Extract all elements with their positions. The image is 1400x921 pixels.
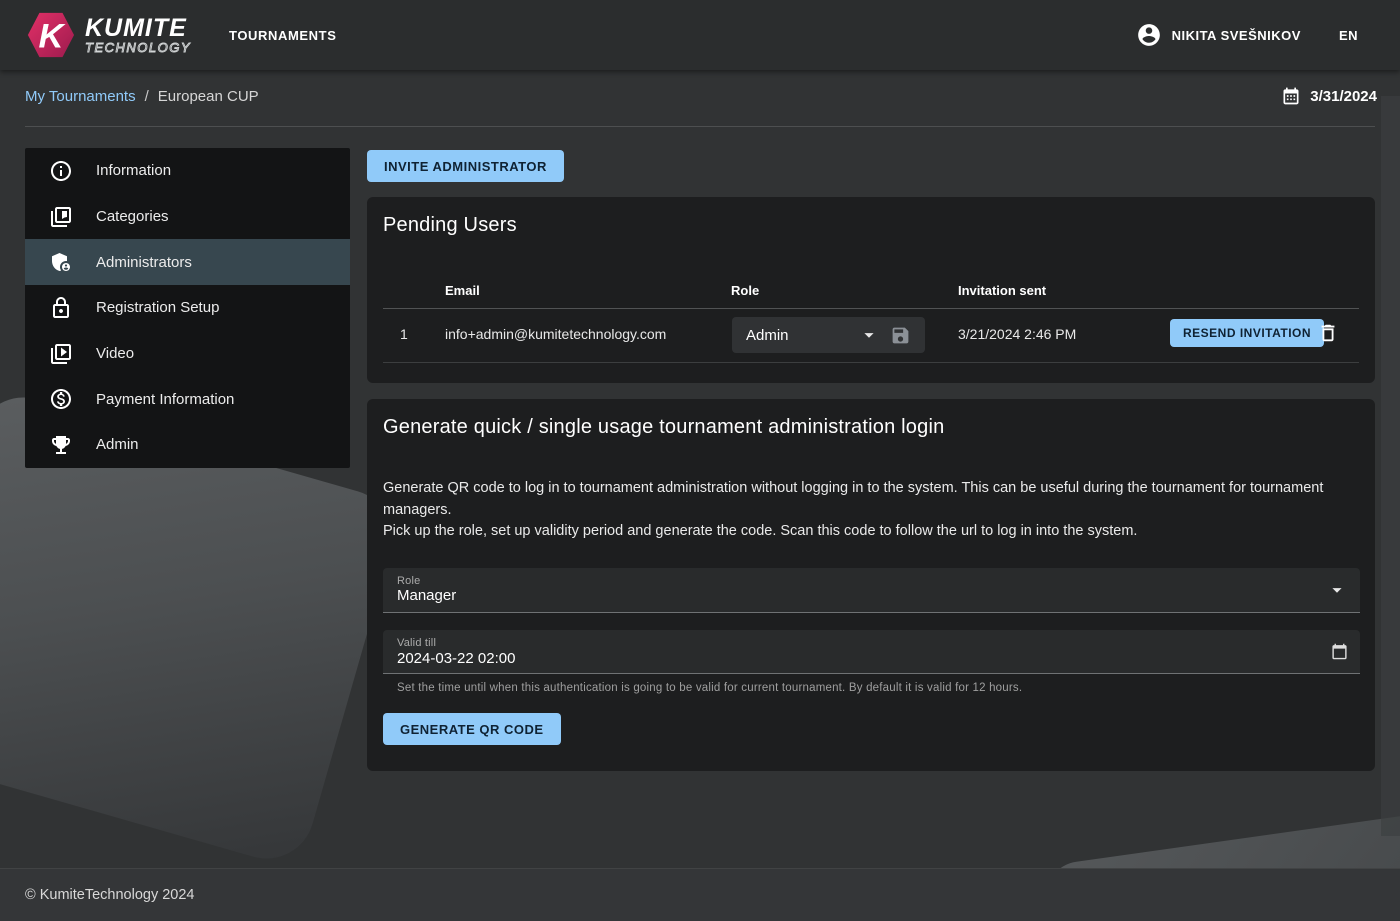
sidebar-item-admin[interactable]: Admin — [25, 422, 350, 468]
sidebar-item-video[interactable]: Video — [25, 331, 350, 377]
brand-title: KUMITE — [85, 16, 191, 40]
breadcrumb-current: European CUP — [158, 88, 259, 105]
tournament-admin-page: K KUMITE TECHNOLOGY TOURNAMENTS NIKITA S… — [0, 0, 1400, 921]
sidebar-item-categories[interactable]: Categories — [25, 194, 350, 240]
qr-login-card: Generate quick / single usage tournament… — [367, 399, 1375, 771]
sidebar-item-label: Admin — [96, 436, 139, 453]
sidebar-item-information[interactable]: Information — [25, 148, 350, 194]
brand-logo[interactable]: K KUMITE TECHNOLOGY — [25, 10, 191, 60]
breadcrumb-link-my-tournaments[interactable]: My Tournaments — [25, 88, 136, 105]
qr-login-description: Generate QR code to log in to tournament… — [383, 478, 1349, 543]
caret-down-icon — [1326, 579, 1348, 601]
sidebar-item-label: Video — [96, 345, 134, 362]
row-email: info+admin@kumitetechnology.com — [445, 326, 666, 342]
valid-till-input[interactable] — [397, 650, 1297, 667]
dollar-circle-icon — [49, 387, 73, 411]
row-role-select[interactable]: Admin — [732, 317, 925, 353]
sidebar-item-registration-setup[interactable]: Registration Setup — [25, 285, 350, 331]
app-header: K KUMITE TECHNOLOGY TOURNAMENTS NIKITA S… — [0, 0, 1400, 70]
sidebar-item-label: Payment Information — [96, 391, 234, 408]
breadcrumb: My Tournaments / European CUP — [25, 88, 259, 105]
copyright-text: © KumiteTechnology 2024 — [25, 887, 194, 903]
admin-shield-icon — [49, 250, 73, 274]
info-icon — [49, 159, 73, 183]
column-header-email: Email — [445, 283, 480, 298]
svg-text:K: K — [38, 18, 66, 56]
nav-tournaments[interactable]: TOURNAMENTS — [229, 28, 336, 43]
language-selector[interactable]: EN — [1339, 28, 1358, 43]
divider — [383, 308, 1359, 309]
video-library-icon — [49, 342, 73, 366]
brand-wordmark: KUMITE TECHNOLOGY — [85, 16, 191, 55]
breadcrumb-separator: / — [145, 88, 149, 105]
valid-till-field[interactable]: Valid till — [383, 630, 1360, 674]
save-icon[interactable] — [890, 325, 911, 346]
sidebar-item-payment-information[interactable]: Payment Information — [25, 376, 350, 422]
valid-till-helper-text: Set the time until when this authenticat… — [397, 682, 1022, 694]
sidebar-item-label: Information — [96, 162, 171, 179]
trash-icon — [1317, 322, 1339, 344]
date-value: 3/31/2024 — [1310, 88, 1377, 105]
tournament-date: 3/31/2024 — [1281, 86, 1377, 106]
column-header-role: Role — [731, 283, 759, 298]
user-menu[interactable]: NIKITA SVEŠNIKOV — [1136, 22, 1301, 48]
role-select-field[interactable]: Role Manager — [383, 568, 1360, 613]
calendar-picker-icon[interactable] — [1331, 643, 1348, 660]
sidebar-item-administrators[interactable]: Administrators — [25, 239, 350, 285]
header-right: NIKITA SVEŠNIKOV EN — [1136, 22, 1358, 48]
sidebar-item-label: Administrators — [96, 254, 192, 271]
qr-login-title: Generate quick / single usage tournament… — [383, 416, 944, 439]
lock-icon — [49, 296, 73, 320]
user-name: NIKITA SVEŠNIKOV — [1172, 28, 1301, 43]
row-role-value: Admin — [746, 327, 789, 344]
tournament-sidebar: Information Categories Administrators Re… — [25, 148, 350, 468]
divider — [25, 126, 1375, 127]
invite-administrator-button[interactable]: INVITE ADMINISTRATOR — [367, 150, 564, 182]
app-footer: © KumiteTechnology 2024 — [0, 868, 1400, 921]
resend-invitation-button[interactable]: RESEND INVITATION — [1170, 319, 1324, 347]
column-header-invitation-sent: Invitation sent — [958, 283, 1046, 298]
delete-user-button[interactable] — [1317, 322, 1339, 344]
valid-till-label: Valid till — [397, 637, 436, 649]
breadcrumb-bar: My Tournaments / European CUP 3/31/2024 — [0, 70, 1400, 127]
brand-subtitle: TECHNOLOGY — [85, 40, 191, 55]
sidebar-item-label: Categories — [96, 208, 169, 225]
description-line: Generate QR code to log in to tournament… — [383, 478, 1349, 521]
sidebar-item-label: Registration Setup — [96, 299, 219, 316]
pending-users-card: Pending Users Email Role Invitation sent… — [367, 197, 1375, 383]
row-invitation-sent: 3/21/2024 2:46 PM — [958, 326, 1076, 342]
trophy-icon — [49, 433, 73, 457]
hexagon-k-icon: K — [25, 10, 75, 60]
pending-users-title: Pending Users — [383, 214, 517, 237]
generate-qr-code-button[interactable]: GENERATE QR CODE — [383, 713, 561, 745]
background-watermark-shape — [1381, 96, 1400, 836]
divider — [383, 362, 1359, 363]
role-field-label: Role — [397, 575, 420, 587]
description-line: Pick up the role, set up validity period… — [383, 521, 1349, 543]
categories-icon — [49, 205, 73, 229]
role-field-value: Manager — [397, 587, 456, 604]
row-index: 1 — [400, 326, 408, 342]
account-circle-icon — [1136, 22, 1162, 48]
calendar-icon — [1281, 86, 1301, 106]
caret-down-icon — [858, 324, 880, 346]
